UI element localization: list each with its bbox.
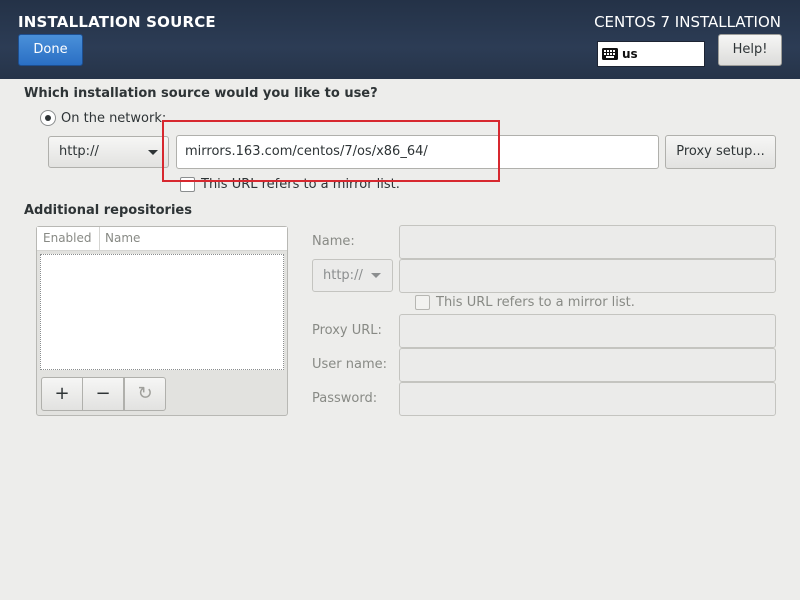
network-option-label: On the network: <box>61 110 167 126</box>
add-repo-button[interactable]: + <box>41 377 83 411</box>
column-enabled[interactable]: Enabled <box>43 231 92 245</box>
username-label: User name: <box>312 357 388 372</box>
repo-mirror-list-label: This URL refers to a mirror list. <box>436 295 635 310</box>
chevron-down-icon <box>371 273 381 278</box>
additional-repos-heading: Additional repositories <box>24 203 192 218</box>
repo-name-input[interactable] <box>399 225 776 259</box>
product-title: CENTOS 7 INSTALLATION <box>594 13 781 31</box>
username-input[interactable] <box>399 348 776 382</box>
chevron-down-icon <box>148 150 158 155</box>
repo-mirror-list-option[interactable]: This URL refers to a mirror list. <box>415 295 635 310</box>
repo-mirror-list-checkbox[interactable] <box>415 295 430 310</box>
column-name[interactable]: Name <box>105 231 140 245</box>
repo-list-panel: Enabled Name + − ↻ <box>36 226 288 416</box>
radio-selected-dot <box>45 115 51 121</box>
remove-repo-button[interactable]: − <box>82 377 124 411</box>
repo-list[interactable] <box>40 254 284 370</box>
page-title: INSTALLATION SOURCE <box>18 13 216 31</box>
highlight-annotation <box>162 120 500 182</box>
proxy-url-label: Proxy URL: <box>312 323 382 338</box>
done-button[interactable]: Done <box>18 34 83 66</box>
refresh-repo-button[interactable]: ↻ <box>124 377 166 411</box>
repo-url-input[interactable] <box>399 259 776 293</box>
network-option[interactable]: On the network: <box>40 110 166 126</box>
proxy-setup-button[interactable]: Proxy setup... <box>665 135 776 169</box>
source-question: Which installation source would you like… <box>24 86 378 101</box>
password-input[interactable] <box>399 382 776 416</box>
network-radio[interactable] <box>40 110 56 126</box>
password-label: Password: <box>312 391 378 406</box>
repo-protocol-dropdown[interactable]: http:// <box>312 259 393 292</box>
keyboard-layout-label: us <box>622 47 638 61</box>
proxy-url-input[interactable] <box>399 314 776 348</box>
protocol-dropdown[interactable]: http:// <box>48 136 169 168</box>
keyboard-icon <box>602 48 618 60</box>
header-bar: INSTALLATION SOURCE CENTOS 7 INSTALLATIO… <box>0 0 800 79</box>
name-label: Name: <box>312 234 355 249</box>
repo-protocol-value: http:// <box>323 268 363 283</box>
column-divider <box>99 227 100 251</box>
keyboard-layout-indicator[interactable]: us <box>597 41 705 67</box>
repo-table-header: Enabled Name <box>37 227 287 251</box>
help-button[interactable]: Help! <box>718 34 782 66</box>
protocol-value: http:// <box>59 144 99 159</box>
